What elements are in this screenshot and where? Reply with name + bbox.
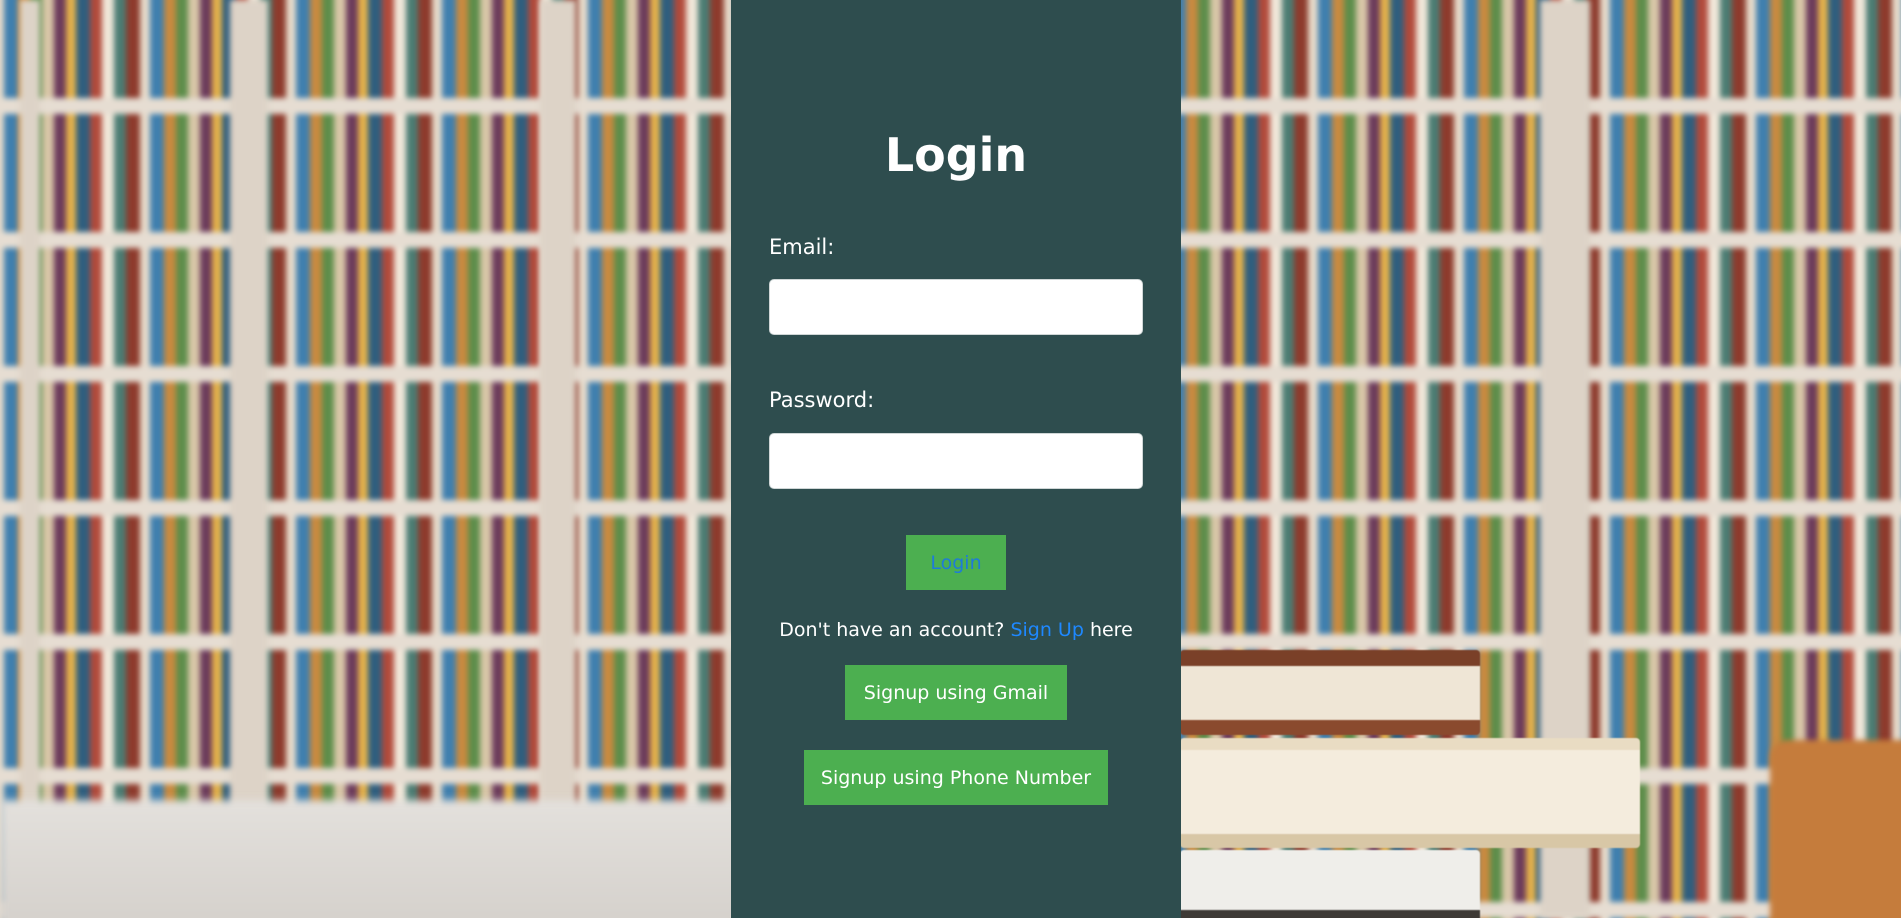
email-label: Email: [769,235,835,259]
login-panel: Login Email: Password: Login Don't have … [731,0,1181,918]
signup-prompt-suffix: here [1089,619,1133,641]
page-title: Login [884,128,1028,182]
stacked-books [1180,650,1660,918]
book-top [1180,650,1480,735]
signup-prompt: Don't have an account? Sign Up here [731,619,1181,641]
signup-link[interactable]: Sign Up [1010,619,1083,641]
login-button[interactable]: Login [906,535,1006,590]
chair-backrest [1770,740,1901,918]
email-field[interactable] [769,279,1143,335]
signup-phone-button[interactable]: Signup using Phone Number [804,750,1108,805]
table-surface [0,800,740,918]
signup-gmail-button[interactable]: Signup using Gmail [845,665,1067,720]
signup-prompt-prefix: Don't have an account? [779,619,1005,641]
book-bottom [1180,850,1480,918]
password-label: Password: [769,388,875,412]
book-middle [1180,738,1640,848]
password-field[interactable] [769,433,1143,489]
